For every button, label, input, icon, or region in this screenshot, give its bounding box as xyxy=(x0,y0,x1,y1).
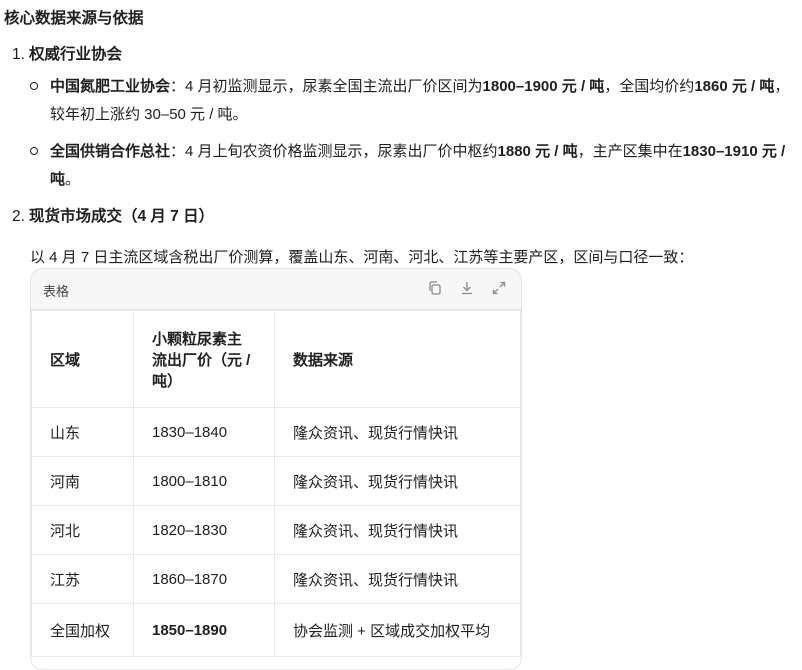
table-card: 表格 区域 小颗粒尿素主流出厂价（元 / 吨） 数据来源 山东 1830–184… xyxy=(30,268,522,670)
copy-icon[interactable] xyxy=(427,280,443,296)
price-table: 区域 小颗粒尿素主流出厂价（元 / 吨） 数据来源 山东 1830–1840 隆… xyxy=(31,310,521,657)
text: ：4 月上旬农资价格监测显示，尿素出厂价中枢约 xyxy=(170,143,498,160)
text: ：4 月初监测显示，尿素全国主流出厂价区间为 xyxy=(170,78,483,95)
bullet-item: 中国氮肥工业协会：4 月初监测显示，尿素全国主流出厂价区间为1800–1900 … xyxy=(30,73,790,129)
section-heading: 核心数据来源与依据 xyxy=(4,10,144,27)
source-name: 中国氮肥工业协会 xyxy=(50,78,171,95)
list-number: 2. xyxy=(12,208,25,225)
bullet-text: 全国供销合作总社：4 月上旬农资价格监测显示，尿素出厂价中枢约1880 元 / … xyxy=(50,138,790,194)
header-region: 区域 xyxy=(31,310,134,408)
cell-region: 河北 xyxy=(31,505,134,555)
cell-price: 1860–1870 xyxy=(133,554,275,604)
table-tools xyxy=(427,280,507,296)
bullet-dot-icon xyxy=(30,82,38,90)
list-item-1: 1. 权威行业协会 xyxy=(12,42,122,64)
price-range: 1800–1900 元 / 吨 xyxy=(482,78,605,95)
cell-price: 1820–1830 xyxy=(133,505,275,555)
bullet-dot-icon xyxy=(30,147,38,155)
table-row: 山东 1830–1840 隆众资讯、现货行情快讯 xyxy=(31,407,521,457)
avg-price: 1860 元 / 吨 xyxy=(694,78,775,95)
table-row: 河北 1820–1830 隆众资讯、现货行情快讯 xyxy=(31,505,521,555)
table-row: 江苏 1860–1870 隆众资讯、现货行情快讯 xyxy=(31,554,521,604)
intro-text: 以 4 月 7 日主流区域含税出厂价测算，覆盖山东、河南、河北、江苏等主要产区，… xyxy=(30,249,694,266)
list-number: 1. xyxy=(12,46,25,63)
table-toolbar: 表格 xyxy=(31,269,521,310)
cell-source: 隆众资讯、现货行情快讯 xyxy=(274,407,521,457)
cell-source: 隆众资讯、现货行情快讯 xyxy=(274,505,521,555)
text: ，主产区集中在 xyxy=(577,143,683,160)
bullet-text: 中国氮肥工业协会：4 月初监测显示，尿素全国主流出厂价区间为1800–1900 … xyxy=(50,73,790,129)
cell-source: 隆众资讯、现货行情快讯 xyxy=(274,456,521,506)
cell-region: 河南 xyxy=(31,456,134,506)
source-name: 全国供销合作总社 xyxy=(50,143,171,160)
list-item-2: 2. 现货市场成交（4 月 7 日） xyxy=(12,204,214,226)
cell-region: 江苏 xyxy=(31,554,134,604)
cell-price: 1800–1810 xyxy=(133,456,275,506)
center-price: 1880 元 / 吨 xyxy=(497,143,578,160)
text: ，全国均价约 xyxy=(604,78,695,95)
cell-source: 隆众资讯、现货行情快讯 xyxy=(274,554,521,604)
bullet-item: 全国供销合作总社：4 月上旬农资价格监测显示，尿素出厂价中枢约1880 元 / … xyxy=(30,138,790,194)
table-header-row: 区域 小颗粒尿素主流出厂价（元 / 吨） 数据来源 xyxy=(31,310,521,408)
table-label: 表格 xyxy=(43,284,70,299)
list-title: 现货市场成交（4 月 7 日） xyxy=(28,208,215,225)
cell-region: 山东 xyxy=(31,407,134,457)
header-source: 数据来源 xyxy=(274,310,521,408)
expand-icon[interactable] xyxy=(491,280,507,296)
download-icon[interactable] xyxy=(459,280,475,296)
header-price: 小颗粒尿素主流出厂价（元 / 吨） xyxy=(133,310,275,408)
cell-price: 1830–1840 xyxy=(133,407,275,457)
table-row: 河南 1800–1810 隆众资讯、现货行情快讯 xyxy=(31,456,521,506)
text: 。 xyxy=(65,171,81,188)
list-title: 权威行业协会 xyxy=(28,46,122,63)
